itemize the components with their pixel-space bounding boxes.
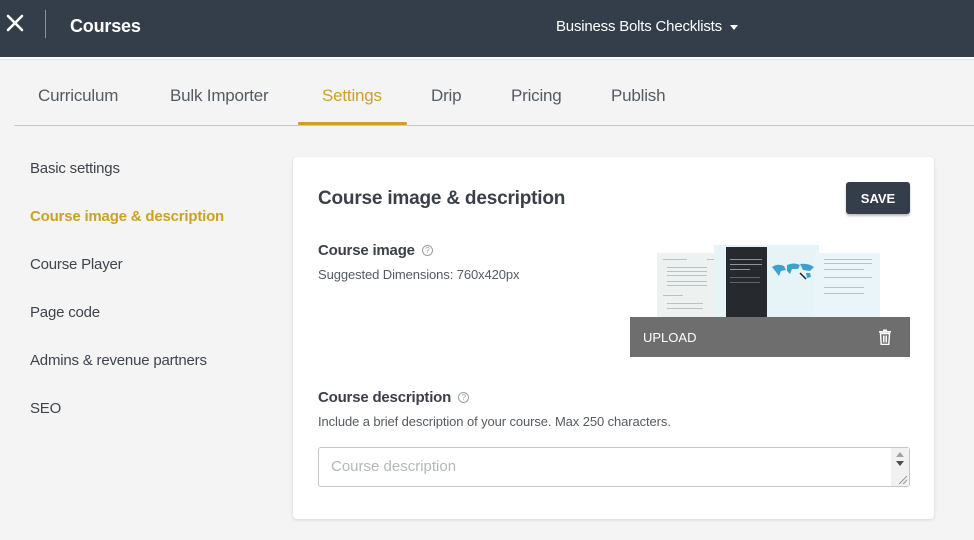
preview-page <box>714 245 819 317</box>
course-image-label-text: Course image <box>318 242 415 259</box>
sidenav-item-course-image-description[interactable]: Course image & description <box>30 208 224 225</box>
course-image-label: Course image ? <box>318 242 433 259</box>
tab-publish[interactable]: Publish <box>611 86 666 106</box>
top-bar: Courses Business Bolts Checklists <box>0 0 974 57</box>
resize-grip-icon[interactable] <box>899 476 907 484</box>
sidenav-item-course-player[interactable]: Course Player <box>30 256 123 273</box>
tab-settings[interactable]: Settings <box>322 86 382 106</box>
course-image-description-card: Course image & description SAVE Course i… <box>293 157 934 519</box>
course-description-hint: Include a brief description of your cour… <box>318 414 671 429</box>
upload-button[interactable]: UPLOAD <box>630 317 910 357</box>
course-description-label-text: Course description <box>318 389 452 406</box>
preview-page <box>814 253 880 317</box>
scroll-down-arrow-icon[interactable] <box>896 461 904 466</box>
sidenav-item-basic-settings[interactable]: Basic settings <box>30 160 120 177</box>
textarea-scrollbar[interactable] <box>891 448 909 486</box>
scroll-up-arrow-icon[interactable] <box>896 452 904 457</box>
tab-curriculum[interactable]: Curriculum <box>38 86 118 106</box>
tab-drip[interactable]: Drip <box>431 86 462 106</box>
world-map-icon <box>772 263 814 280</box>
page-title: Courses <box>70 16 141 36</box>
sidenav-item-page-code[interactable]: Page code <box>30 304 100 321</box>
save-button[interactable]: SAVE <box>846 182 910 214</box>
course-description-label: Course description ? <box>318 389 470 406</box>
question-circle-icon[interactable]: ? <box>458 392 470 403</box>
question-circle-icon[interactable]: ? <box>421 245 433 256</box>
active-tab-indicator <box>298 122 407 125</box>
top-bar-divider <box>45 10 46 38</box>
trash-icon[interactable] <box>878 329 892 345</box>
caret-down-icon <box>729 25 738 30</box>
course-image-preview: UPLOAD <box>630 245 910 357</box>
school-switcher[interactable]: Business Bolts Checklists <box>556 18 738 35</box>
course-description-input[interactable] <box>318 447 910 487</box>
course-tabs: Curriculum Bulk Importer Settings Drip P… <box>14 60 974 126</box>
card-title: Course image & description <box>318 188 566 209</box>
sidenav-item-admins-revenue-partners[interactable]: Admins & revenue partners <box>30 352 207 369</box>
sidenav-item-seo[interactable]: SEO <box>30 400 61 417</box>
school-name: Business Bolts Checklists <box>556 18 722 35</box>
upload-label: UPLOAD <box>643 330 697 345</box>
course-image-hint: Suggested Dimensions: 760x420px <box>318 267 520 282</box>
tab-pricing[interactable]: Pricing <box>511 86 562 106</box>
close-icon[interactable] <box>4 12 26 34</box>
tab-bulk-importer[interactable]: Bulk Importer <box>170 86 269 106</box>
